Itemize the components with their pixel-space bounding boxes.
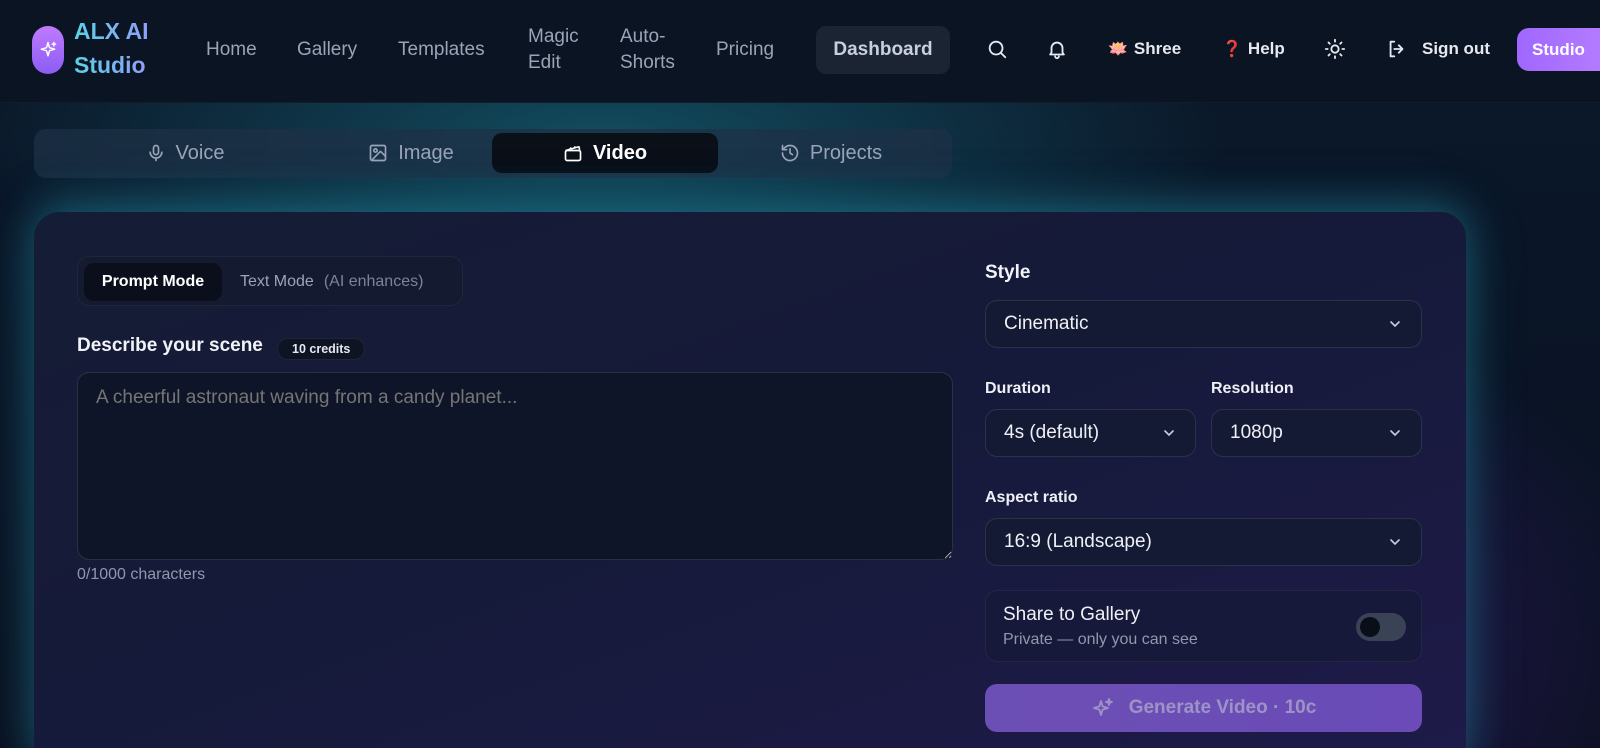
aspect-ratio-value: 16:9 (Landscape) [1004, 531, 1152, 552]
generate-video-label: Generate Video · 10c [1128, 697, 1317, 718]
duration-select[interactable]: 4s (default) [985, 409, 1196, 457]
resolution-select[interactable]: 1080p [1211, 409, 1422, 457]
nav-dashboard[interactable]: Dashboard [816, 26, 950, 74]
nav-auto-shorts-line1: Auto- [620, 26, 666, 47]
sun-icon [1324, 38, 1346, 60]
nav-magic-edit-line1: Magic [528, 26, 579, 47]
tab-video-label: Video [592, 141, 648, 164]
chevron-down-icon [1390, 539, 1400, 546]
resolution-value: 1080p [1230, 422, 1283, 443]
user-menu[interactable]: 🪷 Shree [1108, 36, 1181, 62]
sparkle-icon [40, 41, 57, 57]
share-to-gallery-panel: Share to Gallery Private — only you can … [985, 590, 1422, 662]
sparkles-icon [1092, 698, 1113, 716]
chevron-down-icon [1390, 430, 1400, 437]
clapperboard-icon [564, 145, 582, 162]
nav-auto-shorts[interactable]: Auto- Shorts [620, 0, 675, 100]
resolution-label: Resolution [1211, 380, 1294, 397]
studio-button[interactable]: Studio [1517, 28, 1600, 71]
nav-pricing[interactable]: Pricing [716, 0, 774, 100]
style-label: Style [985, 262, 1031, 283]
sign-out-label: Sign out [1422, 39, 1490, 58]
prompt-mode-button[interactable]: Prompt Mode [84, 263, 222, 301]
sign-out-button[interactable]: Sign out [1386, 36, 1490, 62]
share-toggle[interactable] [1356, 613, 1406, 641]
tab-projects[interactable]: Projects [718, 133, 944, 173]
duration-value: 4s (default) [1004, 422, 1100, 443]
aspect-ratio-label: Aspect ratio [985, 489, 1078, 506]
credits-badge: 10 credits [277, 338, 366, 360]
text-mode-sublabel: (AI enhances) [323, 273, 424, 290]
sign-out-icon [1389, 40, 1404, 58]
nav-home[interactable]: Home [206, 0, 257, 100]
tab-video[interactable]: Video [492, 133, 718, 173]
help-label: Help [1247, 39, 1285, 58]
image-icon [369, 144, 387, 162]
user-name: Shree [1133, 39, 1182, 58]
mode-switch: Prompt Mode Text Mode (AI enhances) [77, 256, 463, 306]
history-icon [781, 144, 799, 162]
brand-name[interactable]: ALX AI Studio [74, 14, 174, 82]
chevron-down-icon [1390, 321, 1400, 328]
share-title: Share to Gallery [1003, 604, 1141, 625]
text-mode-label: Text Mode [240, 273, 314, 290]
style-select[interactable]: Cinematic [985, 300, 1422, 348]
tab-image[interactable]: Image [298, 133, 524, 173]
text-mode-button[interactable]: Text Mode (AI enhances) [240, 263, 423, 301]
share-subtitle: Private — only you can see [1003, 631, 1198, 648]
aspect-ratio-select[interactable]: 16:9 (Landscape) [985, 518, 1422, 566]
logo-badge[interactable] [32, 26, 64, 74]
tab-voice-label: Voice [175, 141, 225, 164]
chevron-down-icon [1164, 430, 1174, 437]
notifications-button[interactable] [1044, 36, 1070, 62]
microphone-icon [148, 144, 163, 162]
scene-label: Describe your scene [77, 335, 263, 356]
brand-line-2: Studio [74, 52, 146, 78]
tab-image-label: Image [398, 141, 454, 164]
nav-templates[interactable]: Templates [398, 0, 485, 100]
nav-gallery[interactable]: Gallery [297, 0, 357, 100]
top-navbar: ALX AI Studio Home Gallery Templates Mag… [0, 0, 1600, 103]
theme-toggle-button[interactable] [1322, 36, 1348, 62]
scene-prompt-input[interactable] [77, 372, 953, 560]
style-value: Cinematic [1004, 313, 1089, 334]
tab-projects-label: Projects [809, 141, 883, 164]
toggle-knob [1360, 617, 1380, 637]
nav-auto-shorts-line2: Shorts [620, 52, 675, 73]
search-button[interactable] [984, 36, 1010, 62]
help-link[interactable]: ❓ Help [1222, 36, 1285, 62]
question-icon: ❓ [1222, 41, 1242, 58]
nav-magic-edit[interactable]: Magic Edit [528, 0, 579, 100]
search-icon [988, 40, 1007, 59]
nav-magic-edit-line2: Edit [528, 52, 561, 73]
tab-voice[interactable]: Voice [72, 133, 298, 173]
lotus-icon: 🪷 [1108, 41, 1128, 58]
duration-label: Duration [985, 380, 1051, 397]
bell-icon [1049, 41, 1065, 60]
character-count: 0/1000 characters [77, 566, 206, 583]
brand-line-1: ALX AI [74, 18, 149, 44]
studio-tabs: Voice Image Video Projects [34, 129, 952, 178]
generate-video-button[interactable]: Generate Video · 10c [985, 684, 1422, 732]
